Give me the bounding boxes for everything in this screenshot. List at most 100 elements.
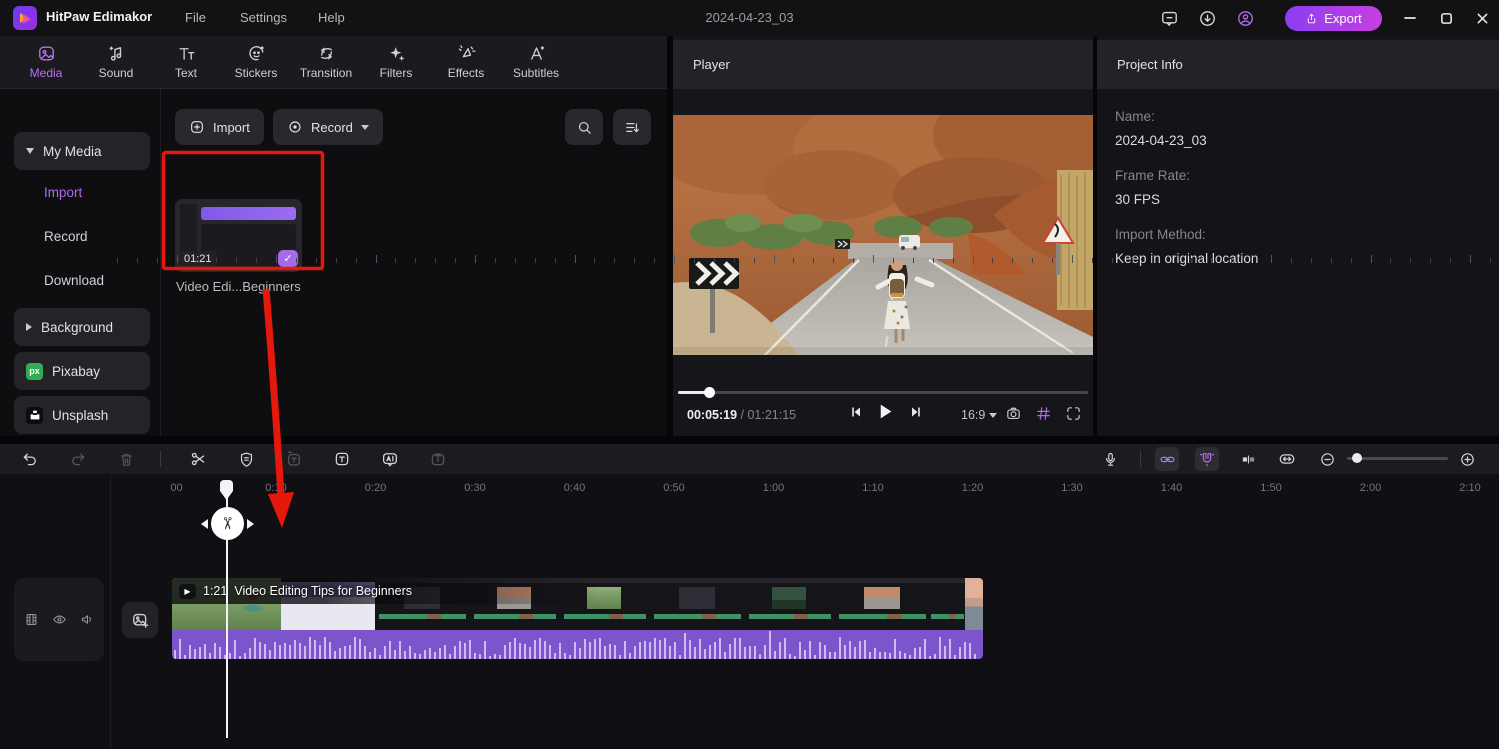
minimize-button[interactable] (1400, 8, 1420, 28)
ruler-label: 1:20 (962, 482, 983, 494)
tab-media[interactable]: Media (18, 44, 74, 80)
ruler-tick (594, 258, 595, 263)
waveform-bar (519, 643, 521, 659)
feedback-icon[interactable] (1158, 7, 1180, 29)
sidebar-item-download[interactable]: Download (44, 273, 104, 288)
ruler-tick (475, 255, 476, 263)
import-button-label: Import (213, 120, 250, 135)
waveform-bar (609, 644, 611, 659)
aspect-ratio-value: 16:9 (961, 408, 985, 422)
seek-bar[interactable] (678, 391, 1088, 394)
record-media-button[interactable]: Record (273, 109, 383, 145)
undo-button[interactable] (18, 447, 42, 471)
chevron-down-icon (989, 413, 997, 418)
sidebar-item-unsplash[interactable]: Unsplash (14, 396, 150, 434)
waveform-bar (914, 648, 916, 659)
seek-handle[interactable] (704, 387, 715, 398)
previous-frame-button[interactable] (849, 405, 863, 419)
tab-stickers[interactable]: Stickers (228, 44, 284, 80)
close-button[interactable] (1472, 8, 1492, 28)
play-button[interactable] (877, 403, 894, 420)
voiceover-button[interactable] (1098, 447, 1122, 471)
import-method-label: Import Method: (1115, 227, 1499, 242)
ai-subtitle-button[interactable] (378, 447, 402, 471)
ruler-tick (694, 258, 695, 263)
waveform-bar (314, 640, 316, 659)
waveform-bar (734, 638, 736, 659)
zoom-out-button[interactable] (1315, 447, 1339, 471)
project-info-title: Project Info (1117, 57, 1183, 72)
redo-button[interactable] (66, 447, 90, 471)
mute-icon[interactable] (80, 612, 95, 627)
split-at-playhead-button[interactable]: ✂ (211, 507, 244, 540)
zoom-in-button[interactable] (1455, 447, 1479, 471)
download-center-icon[interactable] (1196, 7, 1218, 29)
export-button[interactable]: Export (1285, 6, 1382, 31)
tab-text[interactable]: Text (158, 44, 214, 80)
text-button[interactable] (330, 447, 354, 471)
add-media-to-track-button[interactable] (122, 602, 158, 638)
next-frame-button[interactable] (909, 405, 923, 419)
export-clip-button[interactable] (426, 447, 450, 471)
track-header (14, 578, 104, 661)
delete-button[interactable] (114, 447, 138, 471)
media-clip-thumbnail[interactable]: 01:21 ✓ (175, 199, 302, 272)
import-media-button[interactable]: Import (175, 109, 264, 145)
tab-effects[interactable]: Effects (438, 44, 494, 80)
video-preview[interactable] (673, 115, 1093, 355)
timeline-zoom-slider[interactable] (1347, 457, 1448, 460)
ruler-tick (1331, 258, 1332, 263)
sidebar-item-pixabay[interactable]: px Pixabay (14, 352, 150, 390)
tab-filters[interactable]: Filters (368, 44, 424, 80)
magnet-snap-button[interactable] (1195, 447, 1219, 471)
grid-toggle-button[interactable] (1035, 405, 1052, 422)
add-text-to-clip-button[interactable] (282, 447, 306, 471)
maximize-button[interactable] (1436, 8, 1456, 28)
fit-timeline-button[interactable] (1275, 447, 1299, 471)
ruler-tick (1470, 255, 1471, 263)
chevron-right-icon (26, 323, 32, 331)
waveform-bar (544, 641, 546, 659)
marker-button[interactable] (234, 447, 258, 471)
ruler-tick (634, 258, 635, 263)
tab-subtitles[interactable]: Subtitles (508, 44, 564, 80)
snapshot-button[interactable] (1005, 405, 1022, 422)
waveform-bar (484, 641, 486, 659)
sidebar-group-my-media[interactable]: My Media (14, 132, 150, 170)
sidebar-group-background[interactable]: Background (14, 308, 150, 346)
account-icon[interactable] (1234, 7, 1256, 29)
waveform-bar (769, 631, 771, 659)
trim-left-arrow[interactable] (201, 519, 208, 529)
tab-transition[interactable]: Transition (298, 44, 354, 80)
aspect-ratio-dropdown[interactable]: 16:9 (961, 408, 997, 422)
sidebar-item-record[interactable]: Record (44, 229, 88, 244)
link-clips-button[interactable] (1155, 447, 1179, 471)
ruler-tick (236, 258, 237, 263)
trim-right-arrow[interactable] (247, 519, 254, 529)
sort-media-button[interactable] (613, 109, 651, 145)
zoom-slider-handle[interactable] (1352, 453, 1362, 463)
waveform-bar (454, 646, 456, 659)
split-button[interactable] (186, 447, 210, 471)
waveform-bar (869, 652, 871, 659)
search-icon (576, 119, 593, 136)
timeline-video-clip[interactable]: ▶ 1:21 Video Editing Tips for Beginners (172, 578, 983, 659)
waveform-bar (819, 642, 821, 659)
waveform-bar (639, 642, 641, 659)
waveform-bar (684, 633, 686, 660)
ruler-tick (1371, 255, 1372, 263)
track-preview-mode-button[interactable] (1236, 447, 1260, 471)
waveform-bar (649, 642, 651, 659)
waveform-bar (494, 654, 496, 659)
waveform-bar (474, 653, 476, 659)
search-media-button[interactable] (565, 109, 603, 145)
fullscreen-button[interactable] (1065, 405, 1082, 422)
filmstrip-icon[interactable] (24, 612, 39, 627)
sidebar-item-import[interactable]: Import (44, 185, 82, 200)
tab-sound[interactable]: Sound (88, 44, 144, 80)
waveform-bar (194, 649, 196, 659)
playhead-handle[interactable] (219, 480, 234, 501)
ruler-label: 00 (170, 482, 182, 494)
visibility-icon[interactable] (52, 612, 67, 627)
ruler-tick (555, 258, 556, 263)
